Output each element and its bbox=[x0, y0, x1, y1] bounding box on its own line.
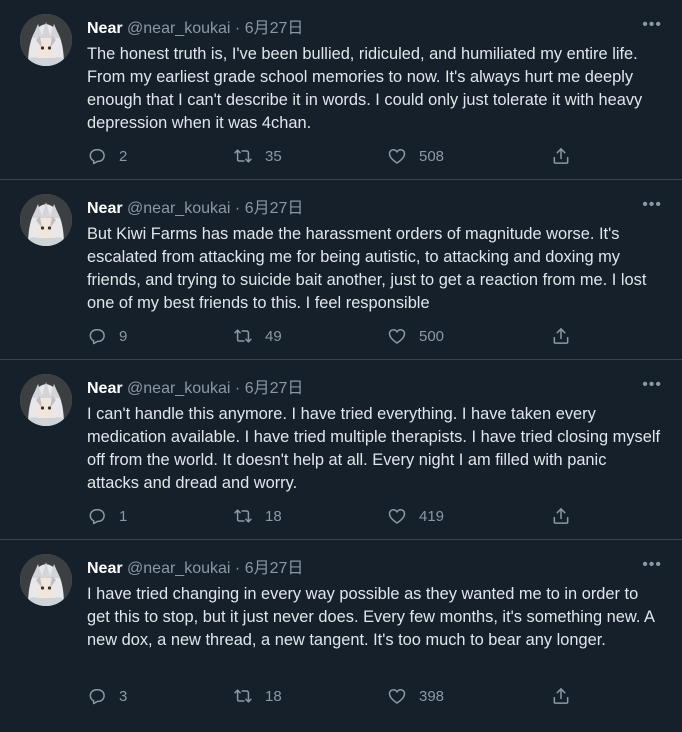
retweet-icon bbox=[234, 329, 252, 343]
retweet-button[interactable]: 18 bbox=[233, 686, 282, 706]
more-options-icon[interactable]: ••• bbox=[642, 14, 662, 36]
separator: · bbox=[234, 200, 241, 217]
share-icon bbox=[553, 148, 569, 164]
tweet-date[interactable]: 6月27日 bbox=[245, 560, 304, 577]
share-button[interactable] bbox=[551, 326, 583, 346]
heart-icon bbox=[388, 149, 406, 164]
reply-button[interactable]: 3 bbox=[87, 686, 127, 706]
reply-button[interactable]: 2 bbox=[87, 146, 127, 166]
separator: · bbox=[234, 560, 241, 577]
reply-count: 2 bbox=[119, 147, 128, 165]
more-options-icon[interactable]: ••• bbox=[642, 374, 662, 396]
share-button[interactable] bbox=[551, 686, 583, 706]
more-options-icon[interactable]: ••• bbox=[642, 554, 662, 576]
retweet-icon bbox=[234, 149, 252, 163]
retweet-count: 18 bbox=[265, 507, 282, 525]
tweet-text: But Kiwi Farms has made the harassment o… bbox=[87, 225, 647, 312]
retweet-icon bbox=[234, 689, 252, 703]
tweet-actions: 9 49 500 bbox=[87, 326, 587, 352]
reply-button[interactable]: 9 bbox=[87, 326, 127, 346]
avatar-image bbox=[20, 374, 72, 426]
tweet[interactable]: Near @near_koukai · 6月27日 ••• I can't ha… bbox=[0, 360, 682, 540]
retweet-button[interactable]: 18 bbox=[233, 506, 282, 526]
display-name[interactable]: Near bbox=[87, 560, 123, 577]
reply-icon bbox=[89, 149, 105, 165]
tweet-text: The honest truth is, I've been bullied, … bbox=[87, 45, 643, 132]
share-icon bbox=[553, 508, 569, 524]
reply-icon bbox=[89, 509, 105, 525]
heart-icon bbox=[388, 329, 406, 344]
avatar[interactable] bbox=[20, 194, 72, 246]
like-count: 508 bbox=[419, 147, 445, 165]
like-button[interactable]: 398 bbox=[387, 686, 444, 706]
tweet-actions: 3 18 398 bbox=[87, 686, 587, 712]
retweet-icon bbox=[234, 509, 252, 523]
reply-count: 1 bbox=[119, 507, 128, 525]
tweet[interactable]: Near @near_koukai · 6月27日 ••• But Kiwi F… bbox=[0, 180, 682, 360]
avatar-image bbox=[20, 554, 72, 606]
user-handle[interactable]: @near_koukai bbox=[127, 200, 230, 217]
retweet-count: 49 bbox=[265, 327, 282, 345]
tweet-actions: 1 18 419 bbox=[87, 506, 587, 532]
like-button[interactable]: 419 bbox=[387, 506, 444, 526]
like-button[interactable]: 500 bbox=[387, 326, 444, 346]
tweet-header: Near @near_koukai · 6月27日 ••• bbox=[87, 16, 662, 40]
user-handle[interactable]: @near_koukai bbox=[127, 20, 230, 37]
user-handle[interactable]: @near_koukai bbox=[127, 380, 230, 397]
user-handle[interactable]: @near_koukai bbox=[127, 560, 230, 577]
reply-count: 9 bbox=[119, 327, 128, 345]
retweet-button[interactable]: 35 bbox=[233, 146, 282, 166]
tweet-text: I can't handle this anymore. I have trie… bbox=[87, 405, 661, 492]
share-button[interactable] bbox=[551, 146, 583, 166]
like-count: 398 bbox=[419, 687, 445, 705]
tweet[interactable]: Near @near_koukai · 6月27日 ••• The honest… bbox=[0, 0, 682, 180]
display-name[interactable]: Near bbox=[87, 380, 123, 397]
like-button[interactable]: 508 bbox=[387, 146, 444, 166]
separator: · bbox=[234, 380, 241, 397]
retweet-count: 18 bbox=[265, 687, 282, 705]
like-count: 500 bbox=[419, 327, 445, 345]
tweet-date[interactable]: 6月27日 bbox=[245, 200, 304, 217]
reply-icon bbox=[89, 329, 105, 345]
tweet-header: Near @near_koukai · 6月27日 ••• bbox=[87, 196, 662, 220]
share-icon bbox=[553, 328, 569, 344]
tweet-date[interactable]: 6月27日 bbox=[245, 380, 304, 397]
reply-button[interactable]: 1 bbox=[87, 506, 127, 526]
share-button[interactable] bbox=[551, 506, 583, 526]
share-icon bbox=[553, 688, 569, 704]
reply-icon bbox=[89, 689, 105, 705]
heart-icon bbox=[388, 689, 406, 704]
avatar-image bbox=[20, 14, 72, 66]
tweet-date[interactable]: 6月27日 bbox=[245, 20, 304, 37]
retweet-button[interactable]: 49 bbox=[233, 326, 282, 346]
retweet-count: 35 bbox=[265, 147, 282, 165]
tweet-actions: 2 35 508 bbox=[87, 146, 587, 172]
separator: · bbox=[234, 20, 241, 37]
avatar-image bbox=[20, 194, 72, 246]
tweet-header: Near @near_koukai · 6月27日 ••• bbox=[87, 376, 662, 400]
tweet-thread: Near @near_koukai · 6月27日 ••• The honest… bbox=[0, 0, 682, 720]
display-name[interactable]: Near bbox=[87, 20, 123, 37]
tweet-text: I have tried changing in every way possi… bbox=[87, 585, 655, 649]
display-name[interactable]: Near bbox=[87, 200, 123, 217]
like-count: 419 bbox=[419, 507, 445, 525]
avatar[interactable] bbox=[20, 14, 72, 66]
heart-icon bbox=[388, 509, 406, 524]
avatar[interactable] bbox=[20, 374, 72, 426]
reply-count: 3 bbox=[119, 687, 128, 705]
more-options-icon[interactable]: ••• bbox=[642, 194, 662, 216]
tweet[interactable]: Near @near_koukai · 6月27日 ••• I have tri… bbox=[0, 540, 682, 720]
tweet-header: Near @near_koukai · 6月27日 ••• bbox=[87, 556, 662, 580]
avatar[interactable] bbox=[20, 554, 72, 606]
